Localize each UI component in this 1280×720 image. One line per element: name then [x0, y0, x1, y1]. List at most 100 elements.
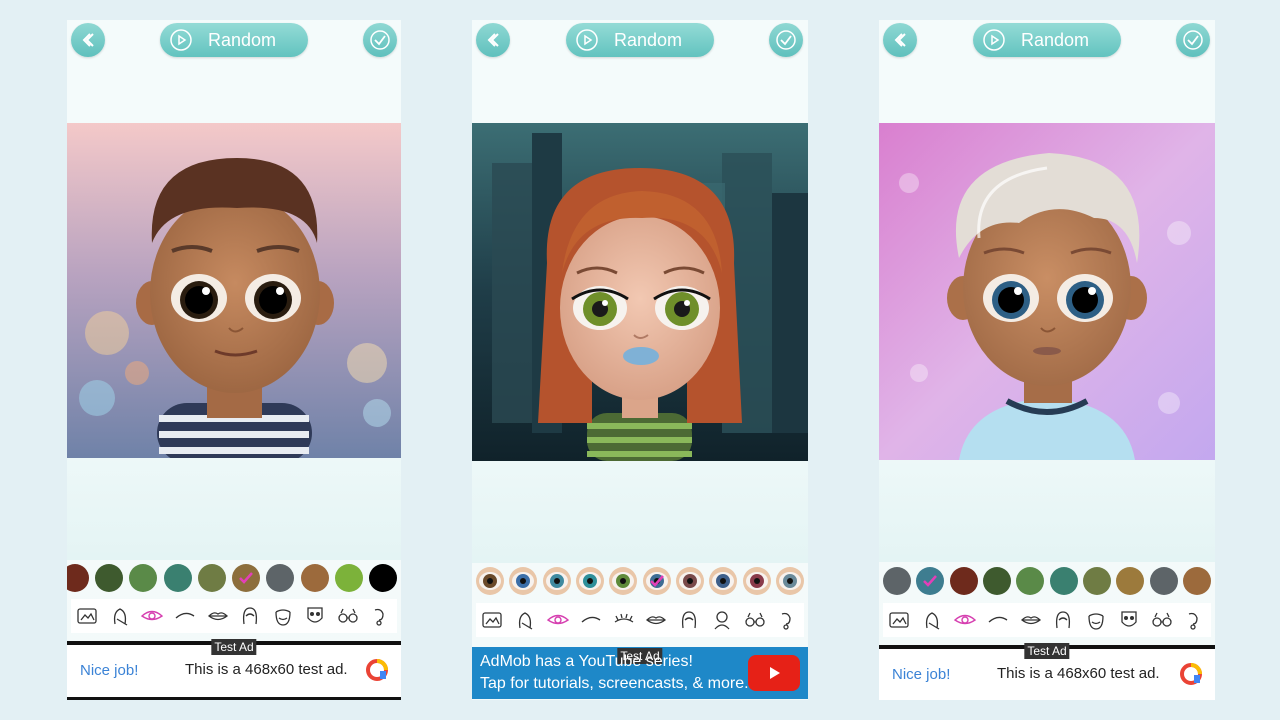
- top-bar: Random: [67, 20, 401, 123]
- eye-color-swatch[interactable]: [675, 567, 704, 595]
- eyebrow-icon[interactable]: [985, 607, 1011, 633]
- face-icon[interactable]: [919, 607, 945, 633]
- face-icon[interactable]: [107, 603, 133, 629]
- eye-color-swatch[interactable]: [509, 567, 538, 595]
- glasses-icon[interactable]: [335, 603, 361, 629]
- color-swatch[interactable]: [129, 564, 158, 592]
- earring-icon[interactable]: [1182, 607, 1208, 633]
- avatar-portrait: [879, 123, 1215, 460]
- beard-icon[interactable]: [1083, 607, 1109, 633]
- background-icon[interactable]: [479, 607, 505, 633]
- color-swatch[interactable]: [1116, 567, 1145, 595]
- back-icon: [487, 33, 499, 47]
- hair-icon[interactable]: [676, 607, 702, 633]
- eye-color-swatch[interactable]: [609, 567, 638, 595]
- ad-line-1[interactable]: AdMob has a YouTube series!: [480, 653, 693, 671]
- color-swatch[interactable]: [95, 564, 124, 592]
- eyebrow-icon[interactable]: [578, 607, 604, 633]
- lips-icon[interactable]: [643, 607, 669, 633]
- top-bar: Random: [472, 20, 808, 123]
- glasses-icon[interactable]: [742, 607, 768, 633]
- eye-color-swatch[interactable]: [709, 567, 738, 595]
- color-swatch[interactable]: [1049, 567, 1078, 595]
- random-button[interactable]: Random: [566, 23, 714, 57]
- earring-icon[interactable]: [368, 603, 394, 629]
- eye-icon[interactable]: [139, 603, 165, 629]
- eye-color-swatch[interactable]: [542, 567, 571, 595]
- back-button[interactable]: [476, 23, 510, 57]
- avatar-portrait: [472, 123, 808, 461]
- ad-banner[interactable]: Test Ad Nice job! This is a 468x60 test …: [879, 643, 1215, 700]
- random-label: Random: [613, 29, 683, 50]
- ad-line-2[interactable]: Tap for tutorials, screencasts, & more.: [480, 675, 749, 693]
- back-button[interactable]: [883, 23, 917, 57]
- ad-text[interactable]: This is a 468x60 test ad.: [997, 665, 1160, 682]
- eye-icon[interactable]: [545, 607, 571, 633]
- color-swatch[interactable]: [1149, 567, 1178, 595]
- eye-color-swatch[interactable]: [642, 567, 671, 595]
- background-icon[interactable]: [886, 607, 912, 633]
- eye-color-palette: [476, 566, 804, 596]
- glasses-icon[interactable]: [1149, 607, 1175, 633]
- confirm-button[interactable]: [769, 23, 803, 57]
- ad-headline[interactable]: Nice job!: [892, 666, 950, 683]
- color-swatch[interactable]: [1082, 567, 1111, 595]
- color-swatch[interactable]: [163, 564, 192, 592]
- color-swatch[interactable]: [916, 567, 945, 595]
- color-swatch[interactable]: [982, 567, 1011, 595]
- eye-color-swatch[interactable]: [575, 567, 604, 595]
- eye-icon[interactable]: [952, 607, 978, 633]
- mask-icon[interactable]: [302, 603, 328, 629]
- color-swatch[interactable]: [883, 567, 911, 595]
- eyelash-icon[interactable]: [611, 607, 637, 633]
- check-icon: [1183, 30, 1203, 50]
- back-icon: [82, 33, 94, 47]
- color-swatch[interactable]: [949, 567, 978, 595]
- hair-icon[interactable]: [1050, 607, 1076, 633]
- eye-color-swatch[interactable]: [742, 567, 771, 595]
- lips-icon[interactable]: [1018, 607, 1044, 633]
- face-icon[interactable]: [512, 607, 538, 633]
- ad-text[interactable]: This is a 468x60 test ad.: [185, 661, 348, 678]
- mask-icon[interactable]: [1116, 607, 1142, 633]
- color-swatch[interactable]: [197, 564, 226, 592]
- color-swatch[interactable]: [300, 564, 329, 592]
- test-ad-badge: Test Ad: [1024, 643, 1070, 659]
- eye-color-swatch[interactable]: [775, 567, 804, 595]
- random-button[interactable]: Random: [160, 23, 308, 57]
- checkmark-icon: [239, 572, 254, 584]
- youtube-icon[interactable]: [748, 655, 800, 691]
- color-swatch[interactable]: [67, 564, 89, 592]
- confirm-button[interactable]: [363, 23, 397, 57]
- color-swatch[interactable]: [368, 564, 397, 592]
- hair-icon[interactable]: [237, 603, 263, 629]
- earring-icon[interactable]: [775, 607, 801, 633]
- ad-banner[interactable]: Test Ad Nice job! This is a 468x60 test …: [67, 639, 401, 700]
- lips-icon[interactable]: [205, 603, 231, 629]
- check-icon: [776, 30, 796, 50]
- beard-icon[interactable]: [270, 603, 296, 629]
- random-label: Random: [1020, 29, 1090, 50]
- random-icon: [168, 27, 194, 53]
- eyebrow-icon[interactable]: [172, 603, 198, 629]
- ad-banner[interactable]: Test Ad AdMob has a YouTube series! Tap …: [472, 647, 808, 699]
- color-swatch[interactable]: [1016, 567, 1045, 595]
- color-swatch[interactable]: [334, 564, 363, 592]
- back-button[interactable]: [71, 23, 105, 57]
- color-swatch[interactable]: [266, 564, 295, 592]
- color-swatch[interactable]: [1182, 567, 1211, 595]
- random-button[interactable]: Random: [973, 23, 1121, 57]
- head-icon[interactable]: [709, 607, 735, 633]
- screen-2: Random Test Ad AdMob has a YouTube serie…: [472, 20, 808, 700]
- screen-3: Random Test Ad Nice job! This is a 468x6…: [879, 20, 1215, 700]
- background-icon[interactable]: [74, 603, 100, 629]
- back-icon: [894, 33, 906, 47]
- ad-headline[interactable]: Nice job!: [80, 662, 138, 679]
- test-ad-badge: Test Ad: [211, 639, 257, 655]
- eye-color-swatch[interactable]: [476, 567, 504, 595]
- canvas-area: [879, 460, 1215, 562]
- random-icon: [981, 27, 1007, 53]
- category-toolbar: [883, 603, 1211, 637]
- confirm-button[interactable]: [1176, 23, 1210, 57]
- color-swatch[interactable]: [232, 564, 261, 592]
